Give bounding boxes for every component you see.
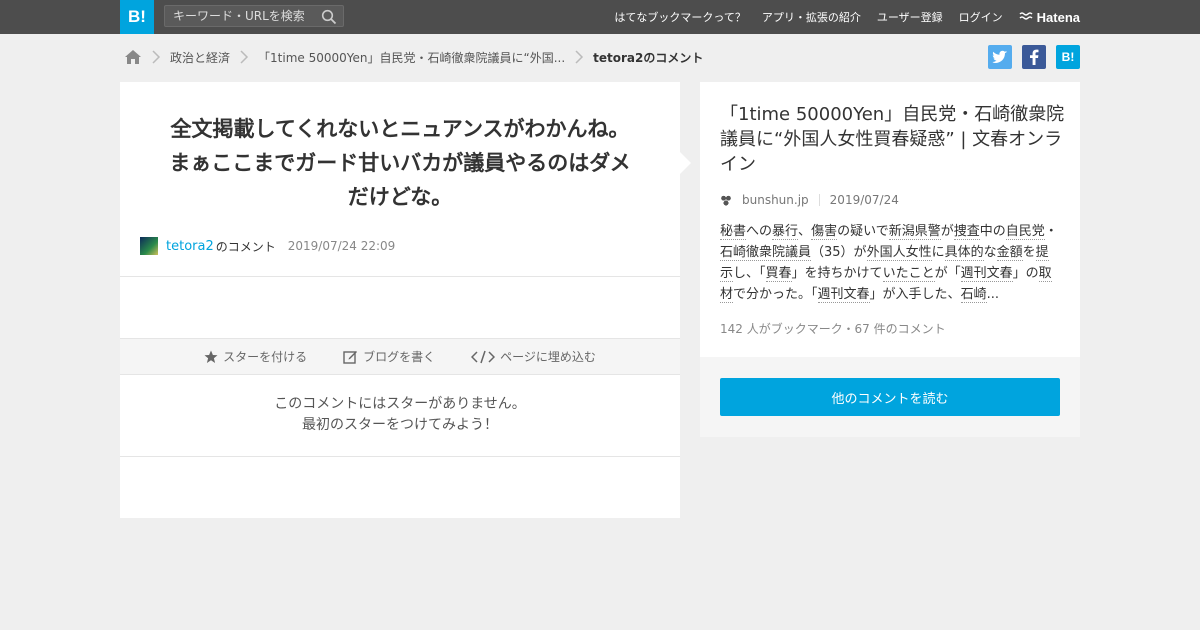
summary-text: 」の xyxy=(1012,266,1039,281)
divider xyxy=(120,276,680,277)
read-more-area: 他のコメントを読む xyxy=(700,357,1080,437)
keyword-link[interactable]: 捜査 xyxy=(953,224,980,240)
keyword-link[interactable]: 傷害 xyxy=(811,224,838,240)
keyword-link[interactable]: 暴行 xyxy=(772,224,799,240)
hatena-brand-label: Hatena xyxy=(1036,9,1080,25)
summary-text: 、 xyxy=(798,224,812,239)
hatena-share-button[interactable]: B! xyxy=(1056,45,1080,69)
summary-text: で分かった。「 xyxy=(733,287,818,302)
code-icon xyxy=(471,350,496,363)
keyword-link[interactable]: 自民党 xyxy=(1005,224,1045,240)
comment-actions: スターを付ける ブログを書く ページに埋め込む xyxy=(120,338,680,375)
facebook-share-button[interactable] xyxy=(1022,45,1046,69)
hatena-brand-icon xyxy=(1019,12,1033,20)
hatena-bookmark-logo[interactable]: B! xyxy=(120,0,154,34)
keyword-link[interactable]: 買春 xyxy=(765,266,792,282)
nav-about[interactable]: はてなブックマークって？ xyxy=(614,9,745,25)
keyword-link[interactable]: 石崎 xyxy=(960,287,987,303)
keyword-link[interactable]: 秘書 xyxy=(720,224,747,240)
comment-user-link[interactable]: tetora2 xyxy=(166,239,214,254)
summary-text: の疑いで xyxy=(837,224,889,239)
keyword-link[interactable]: いたこと xyxy=(882,266,935,282)
site-favicon-icon xyxy=(720,194,732,206)
separator xyxy=(818,194,820,206)
breadcrumb: 政治と経済 「1time 50000Yen」自民党・石崎徹衆院議員に“外国...… xyxy=(124,47,703,67)
entry-meta: bunshun.jp 2019/07/24 xyxy=(720,193,899,207)
edit-icon xyxy=(343,351,358,364)
facebook-icon xyxy=(1030,49,1039,65)
no-star-line1: このコメントにはスターがありません。 xyxy=(274,396,526,412)
breadcrumb-category[interactable]: 政治と経済 xyxy=(170,49,230,66)
summary-text: し、「 xyxy=(733,266,766,281)
read-more-comments-button[interactable]: 他のコメントを読む xyxy=(720,378,1060,416)
entry-date: 2019/07/24 xyxy=(829,193,899,207)
nav-register[interactable]: ユーザー登録 xyxy=(877,9,943,25)
nav-apps[interactable]: アプリ・拡張の紹介 xyxy=(762,9,861,25)
twitter-icon xyxy=(992,50,1007,63)
keyword-link[interactable]: 新潟県警 xyxy=(888,224,941,240)
breadcrumb-entry[interactable]: 「1time 50000Yen」自民党・石崎徹衆院議員に“外国... xyxy=(258,49,565,66)
add-star-label: スターを付ける xyxy=(223,350,308,364)
summary-text: ... xyxy=(986,287,999,302)
entry-summary: 秘書への暴行、傷害の疑いで新潟県警が捜査中の自民党・石崎徹衆院議員（35）が外国… xyxy=(720,221,1060,305)
home-icon[interactable] xyxy=(124,49,142,65)
divider xyxy=(120,456,680,457)
write-blog-label: ブログを書く xyxy=(363,350,436,364)
summary-text: 」を持ちかけて xyxy=(791,266,883,281)
keyword-link[interactable]: 外国人女性 xyxy=(866,245,932,261)
entry-card: 「1time 50000Yen」自民党・石崎徹衆院議員に“外国人女性買春疑惑” … xyxy=(700,82,1080,357)
search-box xyxy=(164,5,344,27)
add-star-button[interactable]: スターを付ける xyxy=(204,348,307,365)
summary-text: への xyxy=(746,224,773,239)
comment-user-suffix: のコメント xyxy=(215,239,276,254)
top-nav: はてなブックマークって？ アプリ・拡張の紹介 ユーザー登録 ログイン Haten… xyxy=(614,0,1080,34)
avatar[interactable] xyxy=(140,237,158,255)
summary-text: が xyxy=(940,224,954,239)
summary-text: に xyxy=(931,245,945,260)
hatena-brand[interactable]: Hatena xyxy=(1019,10,1080,25)
summary-text: が「 xyxy=(934,266,961,281)
entry-title[interactable]: 「1time 50000Yen」自民党・石崎徹衆院議員に“外国人女性買春疑惑” … xyxy=(720,102,1065,177)
summary-text: を xyxy=(1022,245,1036,260)
comment-date[interactable]: 2019/07/24 22:09 xyxy=(288,239,396,253)
chevron-right-icon xyxy=(575,50,584,64)
summary-text: （35）が xyxy=(811,245,867,260)
summary-text: な xyxy=(983,245,997,260)
keyword-link[interactable]: 週刊文春 xyxy=(817,287,870,303)
breadcrumb-current: tetora2のコメント xyxy=(593,50,704,65)
nav-login[interactable]: ログイン xyxy=(959,9,1003,25)
card-pointer xyxy=(680,152,691,174)
twitter-share-button[interactable] xyxy=(988,45,1012,69)
entry-counts[interactable]: 142 人がブックマーク・67 件のコメント xyxy=(720,320,946,337)
comment-text: 全文掲載してくれないとニュアンスがわかんね。まぁここまでガード甘いバカが議員やる… xyxy=(169,117,631,209)
embed-label: ページに埋め込む xyxy=(500,350,596,364)
summary-text: 」が入手した、 xyxy=(869,287,961,302)
chevron-right-icon xyxy=(240,50,249,64)
search-input[interactable] xyxy=(165,6,323,26)
chevron-right-icon xyxy=(152,50,161,64)
star-icon xyxy=(204,350,218,363)
no-star-message: このコメントにはスターがありません。 最初のスターをつけてみよう！ xyxy=(120,394,680,436)
embed-button[interactable]: ページに埋め込む xyxy=(471,348,596,365)
search-icon[interactable] xyxy=(321,9,337,25)
top-bar: B! はてなブックマークって？ アプリ・拡張の紹介 ユーザー登録 ログイン Ha… xyxy=(0,0,1200,34)
keyword-link[interactable]: 具体的 xyxy=(944,245,984,261)
entry-domain[interactable]: bunshun.jp xyxy=(742,193,809,207)
comment-meta: tetora2 のコメント 2019/07/24 22:09 xyxy=(140,237,395,255)
keyword-link[interactable]: 金額 xyxy=(996,245,1023,261)
summary-text: 中の xyxy=(979,224,1006,239)
share-buttons: B! xyxy=(988,45,1080,69)
keyword-link[interactable]: 週刊文春 xyxy=(960,266,1013,282)
summary-text: ・ xyxy=(1044,224,1058,239)
keyword-link[interactable]: 石崎徹衆院議員 xyxy=(720,245,812,261)
no-star-line2: 最初のスターをつけてみよう！ xyxy=(302,417,498,433)
comment-card: 全文掲載してくれないとニュアンスがわかんね。まぁここまでガード甘いバカが議員やる… xyxy=(120,82,680,518)
write-blog-button[interactable]: ブログを書く xyxy=(343,348,435,365)
